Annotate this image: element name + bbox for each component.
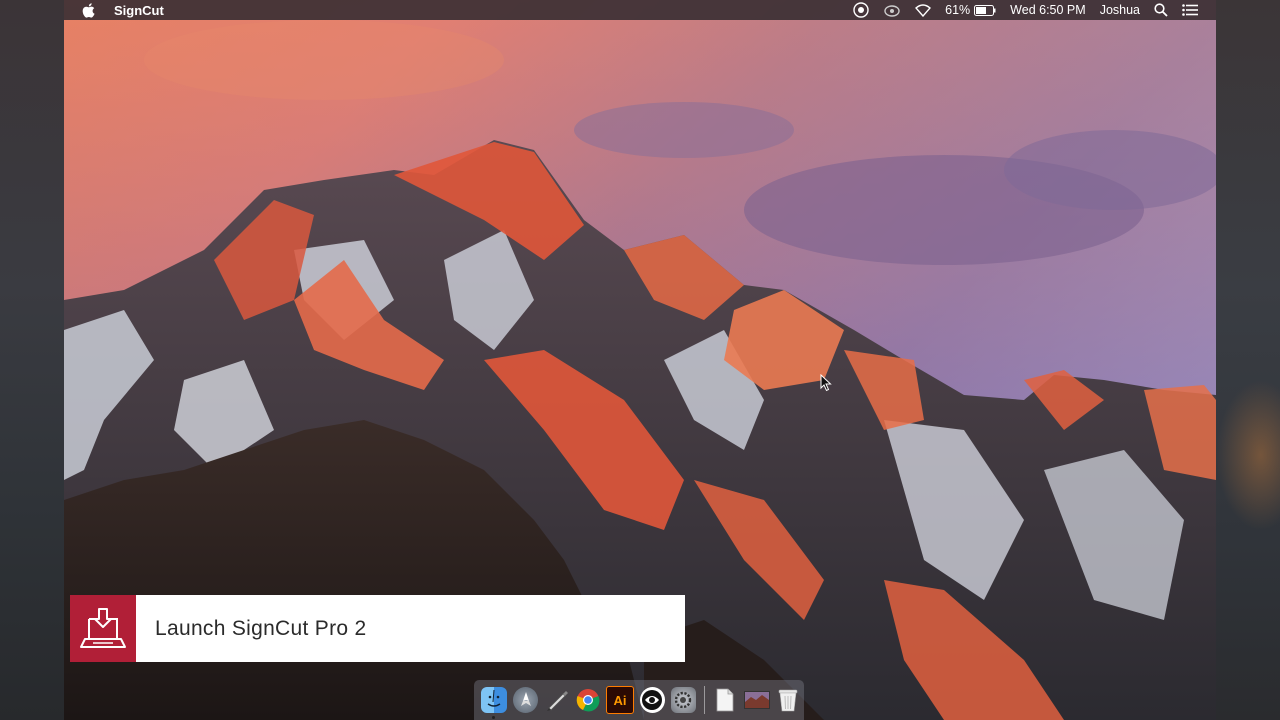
dock: Ai [474, 680, 804, 720]
screen-thumbnail-icon[interactable] [743, 687, 770, 713]
caption-text: Launch SignCut Pro 2 [136, 595, 685, 662]
battery-percent: 61% [945, 3, 971, 17]
tutorial-caption: Launch SignCut Pro 2 [70, 595, 685, 662]
trash-icon[interactable] [776, 687, 801, 713]
finder-icon[interactable] [481, 687, 507, 719]
wifi-icon[interactable] [915, 3, 932, 17]
menu-extras: 61% Wed 6:50 PM Joshua [853, 2, 1198, 18]
menu-bar: SignCut 61% Wed 6:50 PM Joshua [64, 0, 1216, 20]
battery-icon [974, 4, 996, 16]
creative-cloud-icon[interactable] [853, 2, 869, 18]
menubar-clock[interactable]: Wed 6:50 PM [1010, 3, 1086, 17]
pen-tool-icon[interactable] [544, 687, 569, 713]
running-indicator [492, 716, 495, 719]
battery-status[interactable]: 61% [945, 3, 996, 17]
blurred-right-panel [1216, 0, 1280, 720]
chrome-icon[interactable] [575, 687, 600, 713]
notification-center-icon[interactable] [1182, 4, 1198, 16]
download-install-icon [80, 607, 126, 648]
spotlight-search-icon[interactable] [1154, 3, 1168, 17]
user-menu[interactable]: Joshua [1100, 3, 1140, 17]
dock-separator [703, 686, 705, 714]
illustrator-icon[interactable]: Ai [606, 686, 634, 714]
illustrator-label: Ai [613, 692, 627, 708]
blurred-left-panel [0, 0, 64, 720]
signcut-icon[interactable] [639, 687, 665, 713]
document-icon[interactable] [713, 687, 738, 713]
cloud-sync-icon[interactable] [883, 3, 901, 17]
system-preferences-icon[interactable] [670, 687, 696, 713]
active-app-menu[interactable]: SignCut [114, 3, 164, 18]
mouse-pointer-icon [820, 374, 832, 392]
desktop-screen: SignCut 61% Wed 6:50 PM Joshua Launch Si… [64, 0, 1216, 720]
launchpad-icon[interactable] [513, 687, 539, 713]
caption-badge [70, 595, 136, 662]
apple-menu-icon[interactable] [82, 2, 96, 18]
